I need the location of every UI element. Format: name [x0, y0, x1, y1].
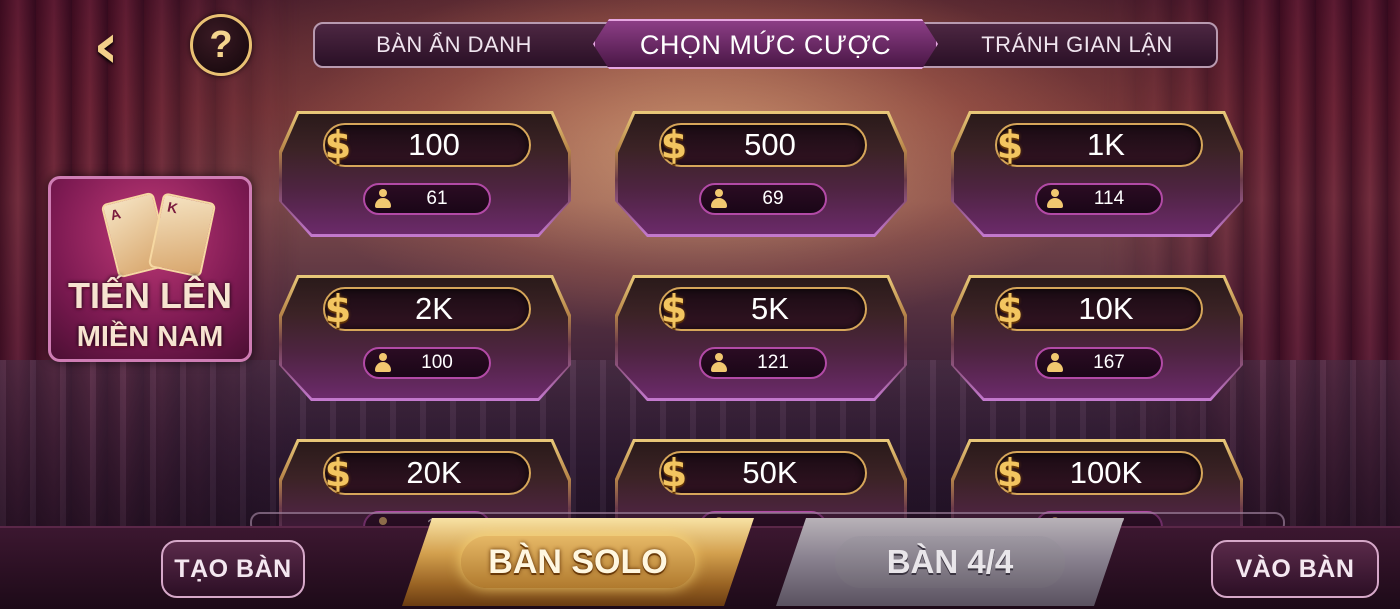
dollar-coin-icon: $	[324, 451, 352, 495]
four-player-table-button[interactable]: BÀN 4/4	[776, 518, 1124, 606]
four-player-table-label: BÀN 4/4	[835, 536, 1065, 588]
bet-amount: 50K	[742, 455, 798, 490]
bet-option[interactable]: $ 10K 167	[951, 275, 1243, 401]
bet-option[interactable]: $ 5K 121	[615, 275, 907, 401]
bet-option[interactable]: $ 500 69	[615, 111, 907, 237]
bet-amount: 10K	[1078, 291, 1134, 326]
dollar-coin-icon: $	[996, 123, 1024, 167]
bet-option[interactable]: $ 2K 100	[279, 275, 571, 401]
bet-amount: 1K	[1087, 127, 1125, 162]
person-icon	[375, 353, 391, 373]
solo-table-button[interactable]: BÀN SOLO	[402, 518, 754, 606]
player-count: 61	[426, 188, 448, 209]
person-icon	[1047, 353, 1063, 373]
person-icon	[711, 189, 727, 209]
person-icon	[711, 353, 727, 373]
dollar-coin-icon: $	[660, 287, 688, 331]
bet-amount: 2K	[415, 291, 453, 326]
player-count: 121	[757, 352, 789, 373]
dollar-coin-icon: $	[996, 451, 1024, 495]
bet-amount: 100K	[1069, 455, 1143, 490]
solo-table-label: BÀN SOLO	[461, 536, 695, 588]
bet-option[interactable]: $ 1K 114	[951, 111, 1243, 237]
join-table-button[interactable]: VÀO BÀN	[1211, 540, 1379, 598]
bet-option[interactable]: $ 100 61	[279, 111, 571, 237]
dollar-coin-icon: $	[324, 287, 352, 331]
player-count: 100	[421, 352, 453, 373]
create-table-button[interactable]: TẠO BÀN	[161, 540, 305, 598]
bet-amount: 5K	[751, 291, 789, 326]
dollar-coin-icon: $	[324, 123, 352, 167]
dollar-coin-icon: $	[996, 287, 1024, 331]
player-count: 69	[762, 188, 784, 209]
person-icon	[375, 189, 391, 209]
person-icon	[1047, 189, 1063, 209]
bet-amount: 100	[408, 127, 460, 162]
player-count: 167	[1093, 352, 1125, 373]
dollar-coin-icon: $	[660, 123, 688, 167]
dollar-coin-icon: $	[660, 451, 688, 495]
bet-amount: 500	[744, 127, 796, 162]
bet-amount: 20K	[406, 455, 462, 490]
player-count: 114	[1093, 188, 1125, 209]
